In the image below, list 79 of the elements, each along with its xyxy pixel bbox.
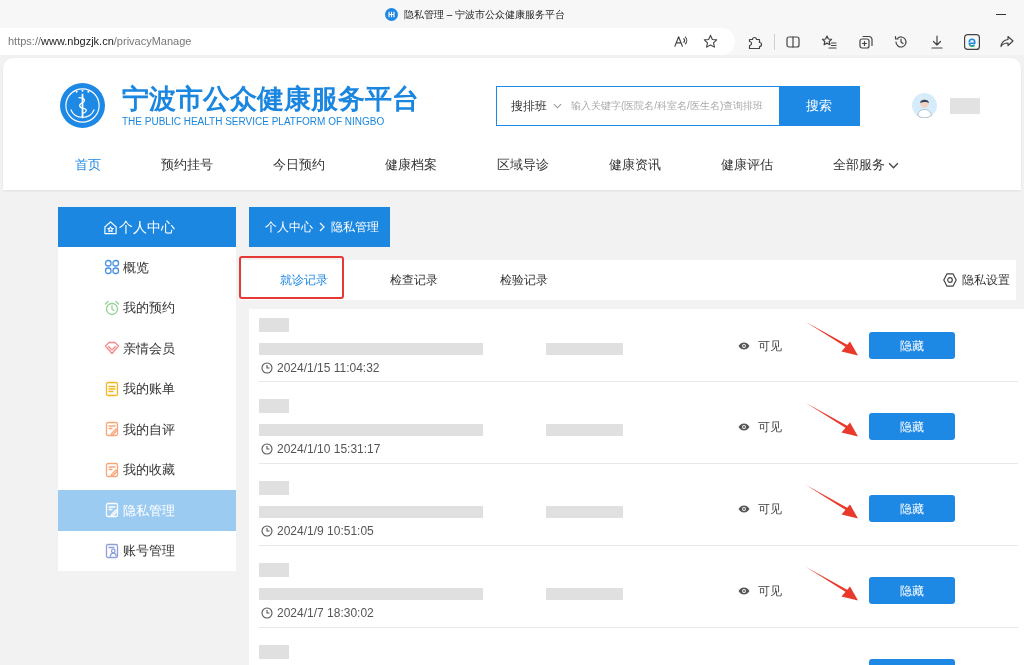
chevron-right-icon (319, 222, 325, 232)
history-icon[interactable] (893, 33, 909, 50)
nav-link[interactable]: 健康资讯 (609, 157, 661, 173)
url-text[interactable]: https://www.nbgzjk.cn/privacyManage (8, 33, 192, 50)
nav-link[interactable]: 全部服务 (833, 157, 899, 173)
favorite-star-icon[interactable] (703, 34, 718, 49)
clock-icon (261, 362, 273, 374)
blurred-text (259, 645, 289, 659)
blurred-text (259, 481, 289, 495)
address-bar[interactable]: https://www.nbgzjk.cn/privacyManage (0, 28, 735, 55)
record-time: 2024/1/9 10:51:05 (277, 524, 374, 538)
site-subtitle: THE PUBLIC HEALTH SERVICE PLATFORM OF NINGBO (122, 115, 386, 128)
annotation-arrow (806, 322, 858, 356)
document-pen-icon (104, 502, 120, 519)
tab[interactable]: 检查记录 (359, 260, 469, 300)
visibility-status: 可见 (758, 584, 782, 598)
document-pen-icon (104, 421, 120, 438)
tab[interactable]: 检验记录 (469, 260, 579, 300)
clock-icon (261, 525, 273, 537)
collections-icon[interactable] (858, 33, 874, 50)
blurred-text (259, 563, 289, 577)
eye-icon (738, 587, 750, 595)
breadcrumb-link[interactable]: 个人中心 (265, 218, 313, 236)
grid-icon (104, 259, 120, 276)
search-button[interactable]: 搜索 (779, 86, 859, 125)
nav-link[interactable]: 首页 (75, 157, 101, 173)
visibility-status: 可见 (758, 502, 782, 516)
document-pen-icon (104, 461, 120, 478)
document-person-icon (104, 542, 120, 559)
settings-icon (942, 272, 958, 288)
eye-icon (738, 423, 750, 431)
house-icon (103, 219, 118, 235)
hide-button[interactable]: 隐藏 (869, 495, 955, 522)
alarm-clock-icon (104, 299, 120, 316)
nav-link[interactable]: 健康档案 (385, 157, 437, 173)
search-input[interactable]: 输入关键字(医院名/科室名/医生名)查询排班 (567, 86, 779, 125)
visibility-status: 可见 (758, 420, 782, 434)
emblem-icon (60, 83, 105, 128)
minimize-icon[interactable] (996, 13, 1006, 15)
blurred-text (259, 399, 289, 413)
record-time: 2024/1/15 11:04:32 (277, 361, 380, 375)
nav-link[interactable]: 今日预约 (273, 157, 325, 173)
clock-icon (261, 443, 273, 455)
chevron-down-icon (553, 102, 562, 109)
split-screen-icon[interactable] (785, 33, 801, 50)
gem-icon (104, 340, 120, 357)
scope-dropdown[interactable]: 搜排班 (497, 86, 567, 125)
hide-button[interactable]: 隐藏 (869, 413, 955, 440)
e-logo-icon[interactable] (964, 33, 980, 50)
blurred-text (259, 318, 289, 332)
hide-button[interactable]: 隐藏 (869, 577, 955, 604)
nav-link[interactable]: 区域导诊 (497, 157, 549, 173)
nav-link[interactable]: 健康评估 (721, 157, 773, 173)
annotation-arrow (806, 567, 858, 601)
site-title: 宁波市公众健康服务平台 (122, 83, 420, 114)
download-icon[interactable] (929, 33, 945, 50)
bill-icon (104, 380, 120, 397)
privacy-settings-button[interactable]: 隐私设置 (942, 271, 1010, 289)
eye-icon (738, 505, 750, 513)
record-time: 2024/1/10 15:31:17 (277, 442, 381, 456)
favorites-list-icon[interactable] (821, 33, 837, 50)
hide-button[interactable]: 隐藏 (869, 332, 955, 359)
avatar-icon[interactable] (912, 93, 937, 118)
record-time: 2024/1/7 18:30:02 (277, 606, 374, 620)
eye-icon (738, 342, 750, 350)
nav-link[interactable]: 预约挂号 (161, 157, 213, 173)
breadcrumb-current: 隐私管理 (331, 219, 379, 236)
annotation-arrow (806, 485, 858, 519)
clock-icon (261, 607, 273, 619)
sidebar-title: 个人中心 (119, 217, 175, 237)
read-aloud-icon[interactable] (673, 34, 688, 49)
window-title: 隐私管理 – 宁波市公众健康服务平台 (404, 7, 566, 22)
annotation-arrow (806, 403, 858, 437)
search-bar[interactable]: 搜排班 输入关键字(医院名/科室名/医生名)查询排班 搜索 (496, 85, 860, 126)
share-icon[interactable] (999, 33, 1015, 50)
tab[interactable]: 就诊记录 (249, 260, 359, 300)
visibility-status: 可见 (758, 339, 782, 353)
favicon-icon (385, 7, 398, 21)
blurred-text (950, 97, 980, 114)
